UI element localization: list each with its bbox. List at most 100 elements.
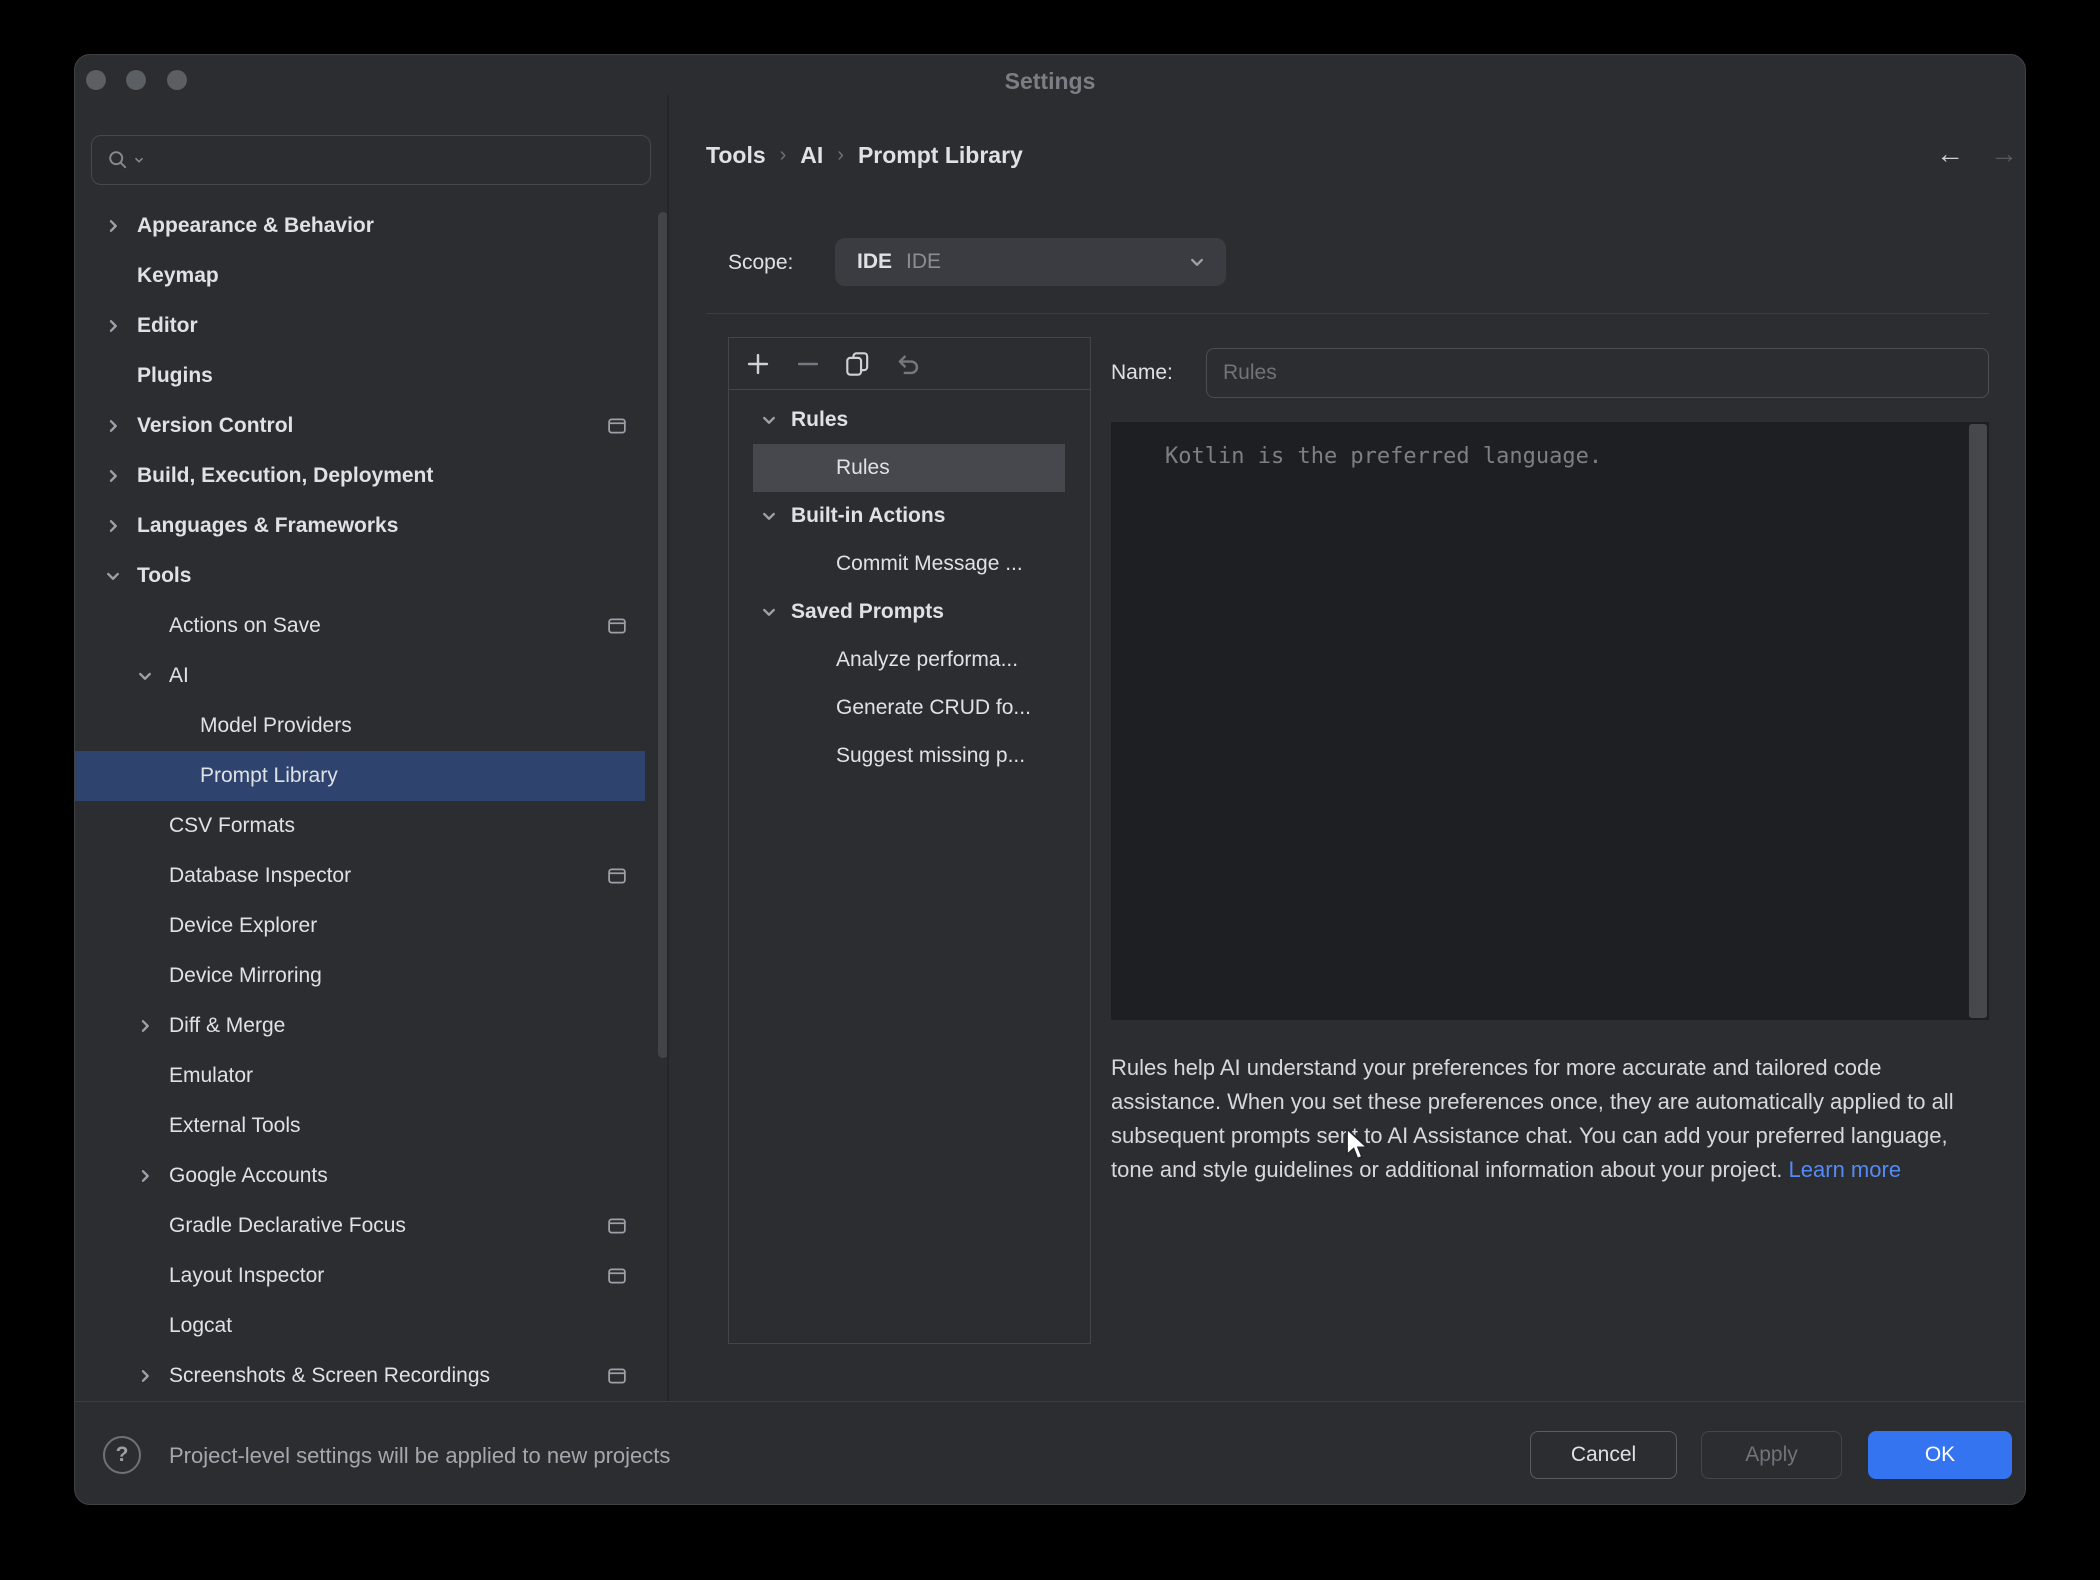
forward-arrow-icon: → (1982, 137, 2026, 171)
sidebar-item-label: Diff & Merge (169, 1014, 285, 1038)
undo-icon[interactable] (893, 349, 923, 379)
help-icon[interactable]: ? (103, 1436, 141, 1474)
sidebar-item-languages-frameworks[interactable]: Languages & Frameworks (75, 501, 645, 551)
sidebar-item-label: External Tools (169, 1114, 301, 1138)
prompt-toolbar (729, 338, 1090, 390)
sidebar-item-label: CSV Formats (169, 814, 295, 838)
chevron-spacer (133, 1214, 157, 1238)
ide-settings-icon (607, 616, 627, 636)
learn-more-link[interactable]: Learn more (1789, 1157, 1902, 1182)
sidebar-item-editor[interactable]: Editor (75, 301, 645, 351)
chevron-right-icon[interactable] (101, 314, 125, 338)
ide-settings-icon (607, 1366, 627, 1386)
chevron-spacer (133, 814, 157, 838)
prompt-item-commit-message[interactable]: Commit Message ... (753, 540, 1065, 588)
sidebar-item-screenshots-screen-recordings[interactable]: Screenshots & Screen Recordings (75, 1351, 645, 1401)
add-prompt-icon[interactable] (743, 349, 773, 379)
prompt-item-label: Analyze performa... (836, 648, 1018, 672)
remove-prompt-icon[interactable] (793, 349, 823, 379)
sidebar-item-label: Keymap (137, 264, 219, 288)
name-label: Name: (1111, 361, 1173, 385)
sidebar-item-label: AI (169, 664, 189, 688)
chevron-right-icon[interactable] (101, 464, 125, 488)
chevron-right-icon[interactable] (133, 1014, 157, 1038)
sidebar-item-label: Emulator (169, 1064, 253, 1088)
sidebar-item-actions-on-save[interactable]: Actions on Save (75, 601, 645, 651)
prompt-editor-content: Kotlin is the preferred language. (1165, 444, 1602, 469)
back-arrow-icon[interactable]: ← (1928, 137, 1972, 171)
prompt-item-generate-crud-fo[interactable]: Generate CRUD fo... (753, 684, 1065, 732)
sidebar-item-build-execution-deployment[interactable]: Build, Execution, Deployment (75, 451, 645, 501)
sidebar-item-database-inspector[interactable]: Database Inspector (75, 851, 645, 901)
sidebar-item-device-explorer[interactable]: Device Explorer (75, 901, 645, 951)
sidebar-item-layout-inspector[interactable]: Layout Inspector (75, 1251, 645, 1301)
prompt-item-label: Generate CRUD fo... (836, 696, 1031, 720)
footer-note: Project-level settings will be applied t… (169, 1443, 670, 1469)
chevron-right-icon[interactable] (101, 514, 125, 538)
scope-select[interactable]: IDE IDE (835, 238, 1226, 286)
chevron-down-icon[interactable] (757, 408, 781, 432)
sidebar-item-csv-formats[interactable]: CSV Formats (75, 801, 645, 851)
window-title: Settings (75, 68, 2025, 95)
sidebar-item-google-accounts[interactable]: Google Accounts (75, 1151, 645, 1201)
name-field[interactable] (1206, 348, 1989, 398)
sidebar-item-model-providers[interactable]: Model Providers (75, 701, 645, 751)
chevron-right-icon[interactable] (101, 214, 125, 238)
sidebar-item-label: Actions on Save (169, 614, 321, 638)
prompt-item-analyze-performa[interactable]: Analyze performa... (753, 636, 1065, 684)
prompt-group-saved-prompts[interactable]: Saved Prompts (753, 588, 1065, 636)
chevron-right-icon[interactable] (133, 1164, 157, 1188)
prompt-list-panel: Rules Rules Built-in ActionsCommit Message… (728, 337, 1091, 1344)
sidebar-item-prompt-library[interactable]: Prompt Library (75, 751, 645, 801)
sidebar-item-device-mirroring[interactable]: Device Mirroring (75, 951, 645, 1001)
copy-prompt-icon[interactable] (843, 349, 873, 379)
sidebar-item-gradle-declarative-focus[interactable]: Gradle Declarative Focus (75, 1201, 645, 1251)
search-icon (106, 148, 130, 172)
sidebar-item-ai[interactable]: AI (75, 651, 645, 701)
prompt-item-suggest-missing-p[interactable]: Suggest missing p... (753, 732, 1065, 780)
chevron-right-icon[interactable] (133, 1364, 157, 1388)
prompt-item-label: Rules (836, 456, 890, 480)
sidebar-item-label: Plugins (137, 364, 213, 388)
chevron-spacer (133, 964, 157, 988)
sidebar-item-diff-merge[interactable]: Diff & Merge (75, 1001, 645, 1051)
chevron-spacer (164, 764, 188, 788)
sidebar-item-label: Version Control (137, 414, 293, 438)
sidebar-item-label: Prompt Library (200, 764, 338, 788)
chevron-down-icon[interactable] (757, 504, 781, 528)
sidebar-item-label: Appearance & Behavior (137, 214, 374, 238)
apply-button[interactable]: Apply (1701, 1431, 1842, 1479)
chevron-spacer (133, 1314, 157, 1338)
sidebar-item-external-tools[interactable]: External Tools (75, 1101, 645, 1151)
sidebar-item-version-control[interactable]: Version Control (75, 401, 645, 451)
sidebar-item-plugins[interactable]: Plugins (75, 351, 645, 401)
chevron-right-icon[interactable] (101, 414, 125, 438)
ok-button[interactable]: OK (1868, 1431, 2012, 1479)
sidebar-item-logcat[interactable]: Logcat (75, 1301, 645, 1351)
sidebar-item-tools[interactable]: Tools (75, 551, 645, 601)
cancel-button[interactable]: Cancel (1530, 1431, 1677, 1479)
search-input[interactable] (91, 135, 651, 185)
prompt-group-rules[interactable]: Rules (753, 396, 1065, 444)
ide-settings-icon (607, 866, 627, 886)
prompt-group-built-in-actions[interactable]: Built-in Actions (753, 492, 1065, 540)
chevron-down-icon[interactable] (101, 564, 125, 588)
scope-badge: IDE (857, 250, 892, 274)
sidebar-divider (667, 95, 669, 1401)
ide-settings-icon (607, 1266, 627, 1286)
sidebar-item-appearance-behavior[interactable]: Appearance & Behavior (75, 201, 645, 251)
chevron-down-icon[interactable] (133, 664, 157, 688)
chevron-down-icon[interactable] (757, 600, 781, 624)
sidebar-item-keymap[interactable]: Keymap (75, 251, 645, 301)
prompt-item-rules[interactable]: Rules (753, 444, 1065, 492)
sidebar-item-emulator[interactable]: Emulator (75, 1051, 645, 1101)
search-options-chevron-icon[interactable] (132, 153, 146, 167)
sidebar-item-label: Tools (137, 564, 191, 588)
editor-scrollbar[interactable] (1969, 424, 1987, 1018)
prompt-group-label: Rules (791, 408, 848, 432)
prompt-editor[interactable]: Kotlin is the preferred language. (1111, 422, 1989, 1020)
breadcrumb-item-tools[interactable]: Tools (706, 142, 766, 169)
breadcrumb-item-ai[interactable]: AI (800, 142, 823, 169)
sidebar-item-label: Logcat (169, 1314, 232, 1338)
breadcrumb-item-prompt-library[interactable]: Prompt Library (858, 142, 1023, 169)
